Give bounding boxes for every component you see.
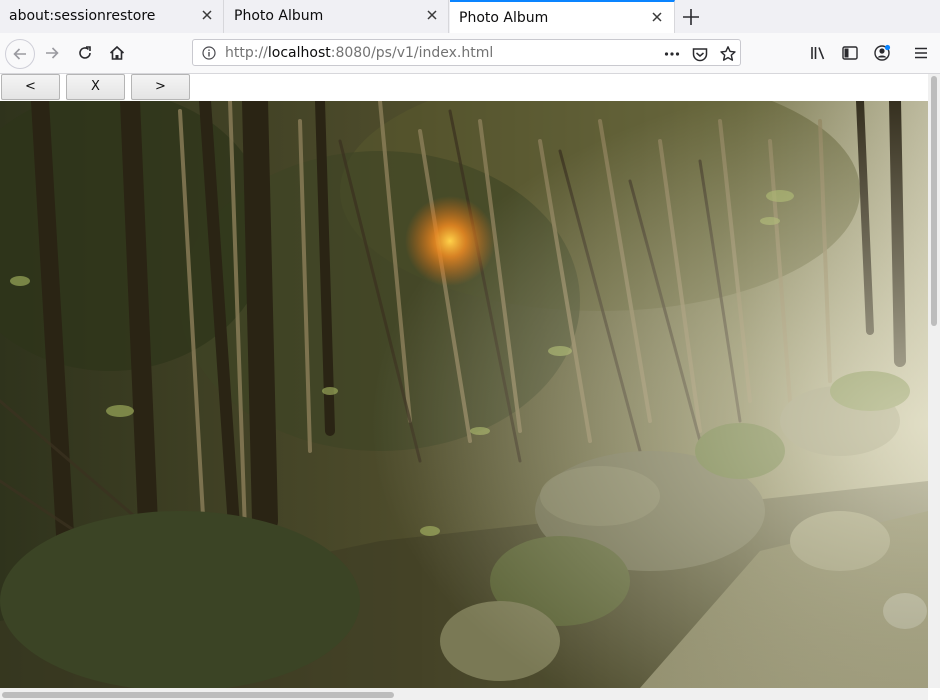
tab-photo-album-1[interactable]: Photo Album xyxy=(225,0,449,33)
close-tab-icon[interactable] xyxy=(424,7,440,23)
home-icon xyxy=(109,45,125,60)
pocket-icon[interactable] xyxy=(691,45,709,63)
tab-title: Photo Album xyxy=(234,8,324,24)
site-info-icon[interactable] xyxy=(202,46,216,60)
vertical-scrollbar[interactable] xyxy=(928,74,940,688)
album-photo xyxy=(0,101,928,688)
new-tab-icon[interactable] xyxy=(680,6,702,28)
vertical-scroll-thumb[interactable] xyxy=(931,76,937,326)
page-content: < X > xyxy=(0,74,928,688)
tab-strip: about:sessionrestore Photo Album Photo A… xyxy=(0,0,940,34)
home-button[interactable] xyxy=(103,39,131,67)
horizontal-scroll-thumb[interactable] xyxy=(2,692,394,698)
next-photo-button[interactable]: > xyxy=(131,74,190,100)
close-photo-button[interactable]: X xyxy=(66,74,125,100)
back-button[interactable] xyxy=(5,39,35,69)
reload-icon xyxy=(79,46,91,59)
address-bar[interactable]: http://localhost:8080/ps/v1/index.html xyxy=(192,39,741,66)
account-icon[interactable] xyxy=(873,44,891,62)
close-tab-icon[interactable] xyxy=(199,7,215,23)
tab-session-restore[interactable]: about:sessionrestore xyxy=(0,0,224,33)
navigation-toolbar: http://localhost:8080/ps/v1/index.html xyxy=(0,33,940,74)
previous-photo-button[interactable]: < xyxy=(1,74,60,100)
sidebar-icon[interactable] xyxy=(841,44,859,62)
forward-button[interactable] xyxy=(38,39,66,67)
page-actions-icon[interactable] xyxy=(663,45,681,63)
library-icon[interactable] xyxy=(809,44,827,62)
tab-title: Photo Album xyxy=(459,10,549,26)
tab-title: about:sessionrestore xyxy=(9,8,156,24)
horizontal-scrollbar[interactable] xyxy=(0,688,928,700)
bookmark-star-icon[interactable] xyxy=(719,45,737,63)
hamburger-menu-icon[interactable] xyxy=(912,44,930,62)
tab-photo-album-2[interactable]: Photo Album xyxy=(450,0,675,34)
close-tab-icon[interactable] xyxy=(649,9,665,25)
arrow-right-icon xyxy=(46,47,59,59)
url-text[interactable]: http://localhost:8080/ps/v1/index.html xyxy=(225,45,493,61)
reload-button[interactable] xyxy=(71,39,99,67)
forest-path-photo xyxy=(0,101,928,688)
arrow-left-icon xyxy=(13,48,26,60)
